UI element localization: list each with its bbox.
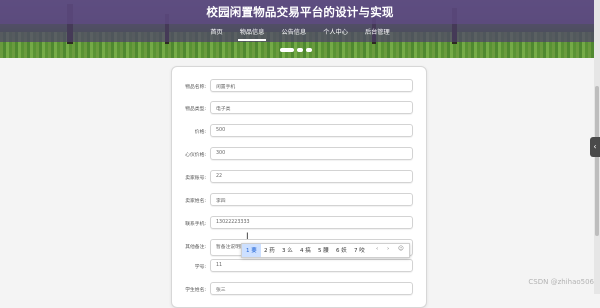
text-cursor-icon: I <box>246 232 249 242</box>
form-row-seller-account: 卖家账号: 22 <box>172 168 426 188</box>
form-row-desired-price: 心仪价格: 300 <box>172 145 426 165</box>
field-label: 卖家账号: <box>185 176 206 181</box>
candidate-number: 1 <box>246 248 250 254</box>
field-value: 11 <box>216 263 223 268</box>
field-label: 学生姓名: <box>185 288 206 293</box>
nav-item-personal-center[interactable]: 个人中心 <box>321 24 350 42</box>
ime-candidate-3[interactable]: 3 么 <box>282 246 293 254</box>
field-label: 其他备注: <box>185 245 206 250</box>
field-value: 13022223333 <box>216 220 250 225</box>
candidate-char: 药 <box>269 248 275 254</box>
field-label: 学号: <box>194 265 206 270</box>
field-label: 心仪价格: <box>185 153 206 158</box>
goods-type-field[interactable]: 电子类 <box>210 101 413 114</box>
field-value: 李四 <box>216 199 226 204</box>
form-row-seller-name: 卖家姓名: 李四 <box>172 191 426 211</box>
candidate-number: 4 <box>300 248 304 254</box>
form-row-goods-type: 物品类型: 电子类 <box>172 99 426 119</box>
field-label: 物品名称: <box>185 85 206 90</box>
nav-item-goods-info[interactable]: 物品信息 <box>237 24 267 42</box>
carousel-indicators <box>280 48 312 52</box>
scrollbar-thumb[interactable] <box>595 86 599 236</box>
field-value: 电子类 <box>216 107 231 112</box>
candidate-char: 么 <box>287 248 293 254</box>
ime-next-page-icon[interactable]: › <box>387 246 389 252</box>
ime-candidate-2[interactable]: 2 药 <box>264 246 275 254</box>
nav-item-announcements[interactable]: 公告信息 <box>279 24 308 42</box>
ime-candidate-7[interactable]: 7 咬 <box>354 246 365 254</box>
ime-candidate-4[interactable]: 4 搞 <box>300 246 311 254</box>
field-value: 张三 <box>216 288 226 293</box>
candidate-char: 腰 <box>323 248 329 254</box>
field-value: 22 <box>216 174 223 179</box>
ime-settings-icon[interactable]: ☺ <box>398 246 404 252</box>
carousel-dot[interactable] <box>297 48 303 52</box>
ime-candidate-1[interactable]: 1 要 <box>246 246 257 254</box>
candidate-char: 要 <box>251 248 257 254</box>
carousel-dot-active[interactable] <box>280 48 294 52</box>
candidate-char: 妖 <box>341 248 347 254</box>
form-row-price: 价格: 500 <box>172 122 426 142</box>
student-id-field[interactable]: 11 <box>210 259 413 272</box>
candidate-number: 6 <box>336 248 340 254</box>
ime-candidate-6[interactable]: 6 妖 <box>336 246 347 254</box>
field-value: 500 <box>216 128 226 133</box>
candidate-number: 2 <box>264 248 268 254</box>
price-field[interactable]: 500 <box>210 124 413 137</box>
ime-candidate-5[interactable]: 5 腰 <box>318 246 329 254</box>
field-label: 物品类型: <box>185 107 206 112</box>
form-row-student-name: 学生姓名: 张三 <box>172 280 426 300</box>
field-label: 卖家姓名: <box>185 199 206 204</box>
candidate-number: 7 <box>354 248 358 254</box>
field-value: 300 <box>216 151 226 156</box>
form-row-student-id: 学号: 11 <box>172 257 426 277</box>
student-name-field[interactable]: 张三 <box>210 282 413 295</box>
goods-name-field[interactable]: 闲置手机 <box>210 79 413 92</box>
nav-list: 首页 物品信息 公告信息 个人中心 后台管理 <box>0 24 600 42</box>
ime-candidate-bar: 1 要 2 药 3 么 4 搞 5 腰 6 妖 7 咬 ‹ › ☺ <box>241 243 410 258</box>
seller-name-field[interactable]: 李四 <box>210 193 413 206</box>
carousel-dot[interactable] <box>306 48 312 52</box>
phone-field[interactable]: 13022223333 <box>210 216 413 229</box>
candidate-number: 3 <box>282 248 286 254</box>
site-title: 校园闲置物品交易平台的设计与实现 <box>206 5 394 19</box>
seller-account-field[interactable]: 22 <box>210 170 413 183</box>
nav-item-home[interactable]: 首页 <box>208 24 224 42</box>
form-row-goods-name: 物品名称: 闲置手机 <box>172 77 426 97</box>
form-row-phone: 联系手机: 13022223333 <box>172 214 426 234</box>
ime-prev-page-icon[interactable]: ‹ <box>376 246 378 252</box>
main-nav: 首页 物品信息 公告信息 个人中心 后台管理 <box>0 24 600 42</box>
candidate-char: 搞 <box>305 248 311 254</box>
field-label: 价格: <box>194 130 206 135</box>
field-value: 闲置手机 <box>216 85 236 90</box>
field-label: 联系手机: <box>185 222 206 227</box>
goods-detail-form: 物品名称: 闲置手机 物品类型: 电子类 价格: 500 心仪价格: 300 卖… <box>171 66 427 308</box>
candidate-char: 咬 <box>359 248 365 254</box>
watermark: CSDN @zhihao506 <box>528 278 594 286</box>
side-panel-toggle-icon[interactable]: ‹ <box>590 137 600 157</box>
title-bar: 校园闲置物品交易平台的设计与实现 <box>0 0 600 24</box>
candidate-number: 5 <box>318 248 322 254</box>
desired-price-field[interactable]: 300 <box>210 147 413 160</box>
nav-item-admin[interactable]: 后台管理 <box>363 24 392 42</box>
